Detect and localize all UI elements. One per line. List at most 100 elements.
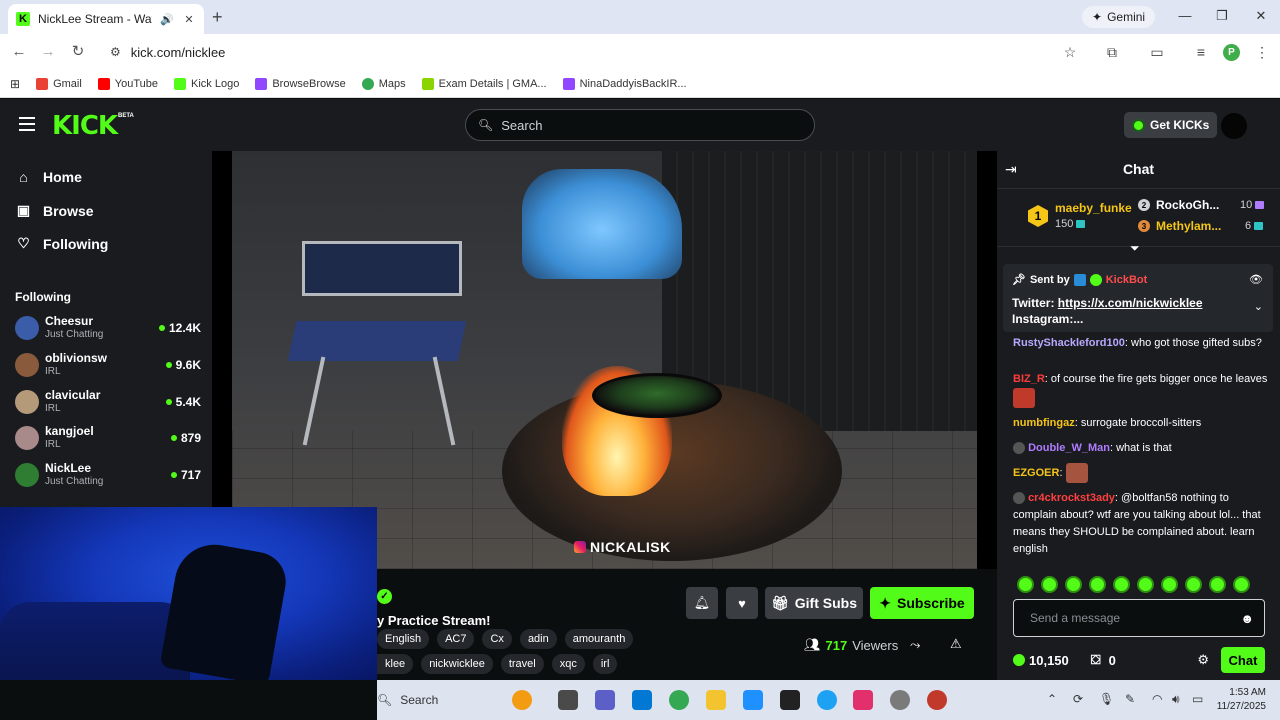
tag-chip[interactable]: travel xyxy=(500,654,544,674)
cast-icon[interactable]: ▭ xyxy=(1148,44,1166,61)
emote-icon[interactable] xyxy=(1017,576,1034,593)
sidebar-item-browse[interactable]: ▣ Browse xyxy=(16,202,94,219)
browser-tab[interactable]: K NickLee Stream - Watch Live 🔊 ✕ xyxy=(8,4,204,34)
profile-avatar[interactable]: P xyxy=(1223,44,1240,61)
tag-chip[interactable]: adin xyxy=(519,629,557,649)
tag-chip[interactable]: klee xyxy=(377,654,414,674)
bookmark-maps[interactable]: Maps xyxy=(361,77,406,90)
notification-bell-button[interactable]: 🔔︎ xyxy=(686,587,718,619)
gemini-button[interactable]: ✦ Gemini xyxy=(1082,6,1156,28)
maximize-icon[interactable]: ❐ xyxy=(1212,8,1232,24)
back-icon[interactable]: ← xyxy=(10,43,28,61)
forward-icon[interactable]: → xyxy=(39,43,57,61)
new-tab-button[interactable]: + xyxy=(212,8,223,26)
channel-points[interactable]: ⛋ 0 xyxy=(1091,652,1116,668)
taskbar-app-icon[interactable] xyxy=(743,690,763,710)
chat-filter-icon[interactable]: ⏷ xyxy=(1130,241,1140,256)
store-icon[interactable] xyxy=(632,690,652,710)
edge-icon[interactable] xyxy=(817,690,837,710)
chat-username[interactable]: numbfingaz xyxy=(1013,417,1075,429)
chat-username[interactable]: EZGOER xyxy=(1013,467,1059,479)
emote-icon[interactable] xyxy=(1065,576,1082,593)
user-avatar[interactable] xyxy=(1221,113,1247,139)
chat-username[interactable]: Double_W_Man xyxy=(1028,442,1110,454)
chrome-icon[interactable] xyxy=(669,690,689,710)
taskbar-app-icon[interactable] xyxy=(927,690,947,710)
search-input[interactable]: 🔍︎ Search xyxy=(465,109,815,141)
tag-chip[interactable]: xqc xyxy=(551,654,585,674)
report-warning-icon[interactable]: ⚠ xyxy=(950,636,962,652)
tag-chip[interactable]: nickwicklee xyxy=(421,654,493,674)
kick-logo[interactable]: KICK xyxy=(52,111,118,141)
volume-icon[interactable]: 🔊︎ xyxy=(1172,692,1180,707)
instagram-icon[interactable] xyxy=(853,690,873,710)
wifi-icon[interactable]: ◠ xyxy=(1152,692,1162,706)
url-text[interactable]: kick.com/nicklee xyxy=(131,45,226,60)
media-controls-icon[interactable]: ≡ xyxy=(1192,44,1210,60)
teams-icon[interactable] xyxy=(595,690,615,710)
chat-username[interactable]: RustyShackleford100 xyxy=(1013,337,1125,349)
bookmark-exam-details[interactable]: Exam Details | GMA... xyxy=(421,77,547,90)
bookmark-nina[interactable]: NinaDaddyisBackIR... xyxy=(562,77,687,90)
reload-icon[interactable]: ↻ xyxy=(69,43,87,61)
sidebar-item-home[interactable]: ⌂ Home xyxy=(16,169,82,185)
tag-chip[interactable]: amouranth xyxy=(564,629,634,649)
tag-chip[interactable]: irl xyxy=(592,654,618,674)
followed-channel-kangjoel[interactable]: kangjoel IRL 879 xyxy=(15,421,201,455)
gift-subs-button[interactable]: 🎁︎ Gift Subs xyxy=(765,587,863,619)
bookmark-youtube[interactable]: YouTube xyxy=(97,77,158,90)
dropbox-icon[interactable] xyxy=(780,690,800,710)
leaderboard-top-name[interactable]: maeby_funke xyxy=(1055,201,1132,215)
minimize-icon[interactable]: — xyxy=(1175,8,1195,23)
leaderboard-second-name[interactable]: RockoGh... xyxy=(1156,198,1219,212)
address-bar[interactable]: ⚙ kick.com/nicklee xyxy=(100,38,1090,66)
file-explorer-icon[interactable] xyxy=(706,690,726,710)
pinned-sender[interactable]: KickBot xyxy=(1106,274,1148,286)
battery-icon[interactable]: ▭ xyxy=(1192,692,1203,706)
hamburger-menu-icon[interactable] xyxy=(19,117,35,131)
emote-icon[interactable] xyxy=(1161,576,1178,593)
pinned-twitter-link[interactable]: https://x.com/nickwicklee xyxy=(1058,296,1203,310)
taskbar-search[interactable]: 🔍︎ Search xyxy=(377,688,438,712)
expand-pinned-chevron-icon[interactable]: ⌄ xyxy=(1254,300,1263,313)
more-menu-icon[interactable]: ⋮ xyxy=(1253,44,1271,61)
sidebar-item-following[interactable]: ♡ Following xyxy=(16,235,108,252)
followed-channel-clavicular[interactable]: clavicular IRL 5.4K xyxy=(15,385,201,419)
bookmark-star-icon[interactable]: ☆ xyxy=(1061,44,1079,61)
emote-icon[interactable] xyxy=(1209,576,1226,593)
close-tab-icon[interactable]: ✕ xyxy=(182,13,196,26)
share-icon[interactable]: ⤳ xyxy=(910,637,920,653)
subscribe-button[interactable]: ✦ Subscribe xyxy=(870,587,974,619)
leaderboard-third-name[interactable]: Methylam... xyxy=(1156,219,1221,233)
tray-sync-icon[interactable]: ⟳ xyxy=(1073,692,1083,706)
hide-pinned-icon[interactable]: 👁︎ xyxy=(1249,273,1263,286)
kicks-balance[interactable]: 10,150 xyxy=(1013,653,1069,668)
speaker-icon[interactable]: 🔊 xyxy=(160,13,174,26)
pen-icon[interactable]: ✎ xyxy=(1125,692,1135,706)
chat-settings-gear-icon[interactable]: ⚙ xyxy=(1197,652,1209,668)
site-info-icon[interactable]: ⚙ xyxy=(110,45,121,59)
get-kicks-button[interactable]: Get KICKs xyxy=(1124,112,1218,138)
follow-heart-button[interactable]: ♥ xyxy=(726,587,758,619)
emote-icon[interactable] xyxy=(1041,576,1058,593)
tray-overflow-icon[interactable]: ⌃ xyxy=(1047,692,1057,706)
send-chat-button[interactable]: Chat xyxy=(1221,647,1265,673)
emote-icon[interactable] xyxy=(1233,576,1250,593)
tag-chip[interactable]: AC7 xyxy=(437,629,475,649)
bookmark-kick-logo[interactable]: Kick Logo xyxy=(174,77,239,90)
emoji-picker-icon[interactable]: ☻ xyxy=(1240,611,1254,626)
tag-chip[interactable]: English xyxy=(377,629,430,649)
followed-channel-cheesur[interactable]: Cheesur Just Chatting 12.4K xyxy=(15,311,201,345)
settings-icon[interactable] xyxy=(890,690,910,710)
tag-chip[interactable]: Cx xyxy=(482,629,512,649)
bookmark-browsebrowse[interactable]: BrowseBrowse xyxy=(255,77,346,90)
microphone-icon[interactable]: 🎙︎ xyxy=(1099,692,1114,706)
followed-channel-nicklee[interactable]: NickLee Just Chatting 717 xyxy=(15,458,201,492)
extensions-icon[interactable]: ⧉ xyxy=(1103,44,1121,61)
taskbar-clock[interactable]: 1:53 AM 11/27/2025 xyxy=(1208,686,1266,714)
window-close-icon[interactable]: ✕ xyxy=(1251,8,1271,24)
taskbar-app-icon[interactable] xyxy=(512,690,532,710)
emote-icon[interactable] xyxy=(1185,576,1202,593)
followed-channel-oblivionsw[interactable]: oblivionsw IRL 9.6K xyxy=(15,348,201,382)
bookmark-gmail[interactable]: Gmail xyxy=(36,77,82,90)
